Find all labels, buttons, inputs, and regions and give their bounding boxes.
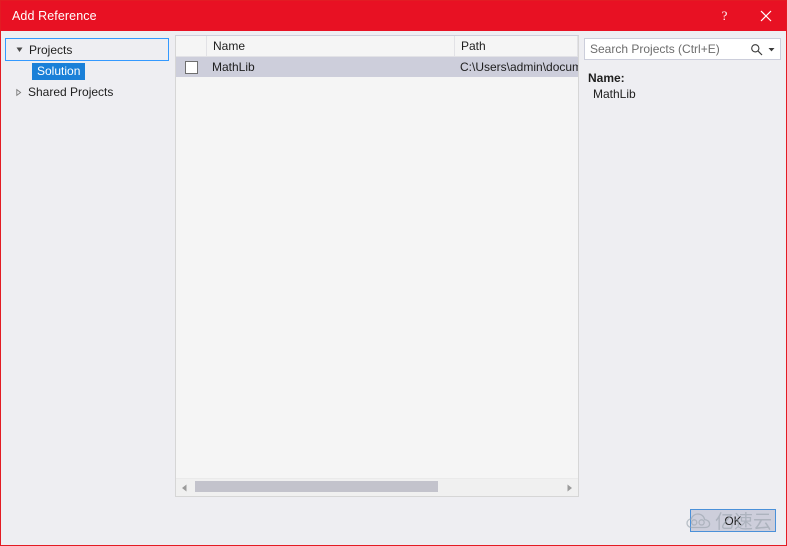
add-reference-dialog: Add Reference ? Projects Solution Shared…	[0, 0, 787, 546]
chevron-right-icon[interactable]	[11, 88, 26, 97]
column-header-path[interactable]: Path	[455, 36, 578, 56]
search-input[interactable]	[585, 41, 746, 57]
row-checkbox-cell[interactable]	[176, 60, 206, 74]
tree-item-shared-projects[interactable]: Shared Projects	[5, 81, 169, 103]
search-box[interactable]	[584, 38, 781, 60]
row-checkbox[interactable]	[184, 60, 198, 74]
table-row[interactable]: MathLib C:\Users\admin\documen	[176, 57, 578, 77]
column-header-checkbox[interactable]	[176, 36, 207, 56]
details-name-label: Name:	[588, 71, 625, 85]
window-title: Add Reference	[12, 9, 97, 23]
list-rows: MathLib C:\Users\admin\documen	[176, 57, 578, 478]
reference-list-panel: Name Path MathLib C:\Users\admin\documen	[175, 35, 579, 497]
scroll-track[interactable]	[193, 479, 561, 496]
tree-item-shared-projects-label: Shared Projects	[28, 85, 114, 99]
tree-item-projects[interactable]: Projects	[5, 38, 169, 61]
selected-reference-details: Name: MathLib	[584, 71, 781, 101]
details-name-value: MathLib	[593, 87, 636, 101]
horizontal-scrollbar[interactable]	[176, 478, 578, 496]
close-button[interactable]	[745, 1, 786, 31]
chevron-down-icon[interactable]	[12, 45, 27, 54]
question-mark-icon: ?	[721, 8, 728, 23]
dialog-footer: OK 亿速云	[1, 501, 786, 545]
dialog-body: Projects Solution Shared Projects Name P…	[1, 31, 786, 501]
scroll-right-arrow-icon[interactable]	[561, 479, 578, 496]
row-name-cell: MathLib	[212, 60, 255, 74]
category-tree: Projects Solution Shared Projects	[5, 35, 169, 501]
ok-button[interactable]: OK	[690, 509, 776, 532]
scroll-thumb[interactable]	[195, 481, 438, 492]
window-controls: ?	[704, 1, 786, 31]
scroll-left-arrow-icon[interactable]	[176, 479, 193, 496]
search-icon[interactable]	[746, 43, 766, 56]
tree-item-solution-label: Solution	[32, 62, 86, 80]
row-path-cell: C:\Users\admin\documen	[460, 60, 578, 74]
help-button[interactable]: ?	[704, 1, 745, 31]
close-icon	[760, 10, 771, 22]
column-header-name[interactable]: Name	[207, 36, 455, 56]
details-pane: Name: MathLib	[584, 35, 781, 501]
chevron-down-icon[interactable]	[766, 47, 780, 52]
list-column-headers: Name Path	[176, 36, 578, 57]
title-bar: Add Reference ?	[1, 1, 786, 31]
tree-item-solution[interactable]: Solution	[5, 61, 169, 81]
tree-item-projects-label: Projects	[29, 42, 73, 57]
